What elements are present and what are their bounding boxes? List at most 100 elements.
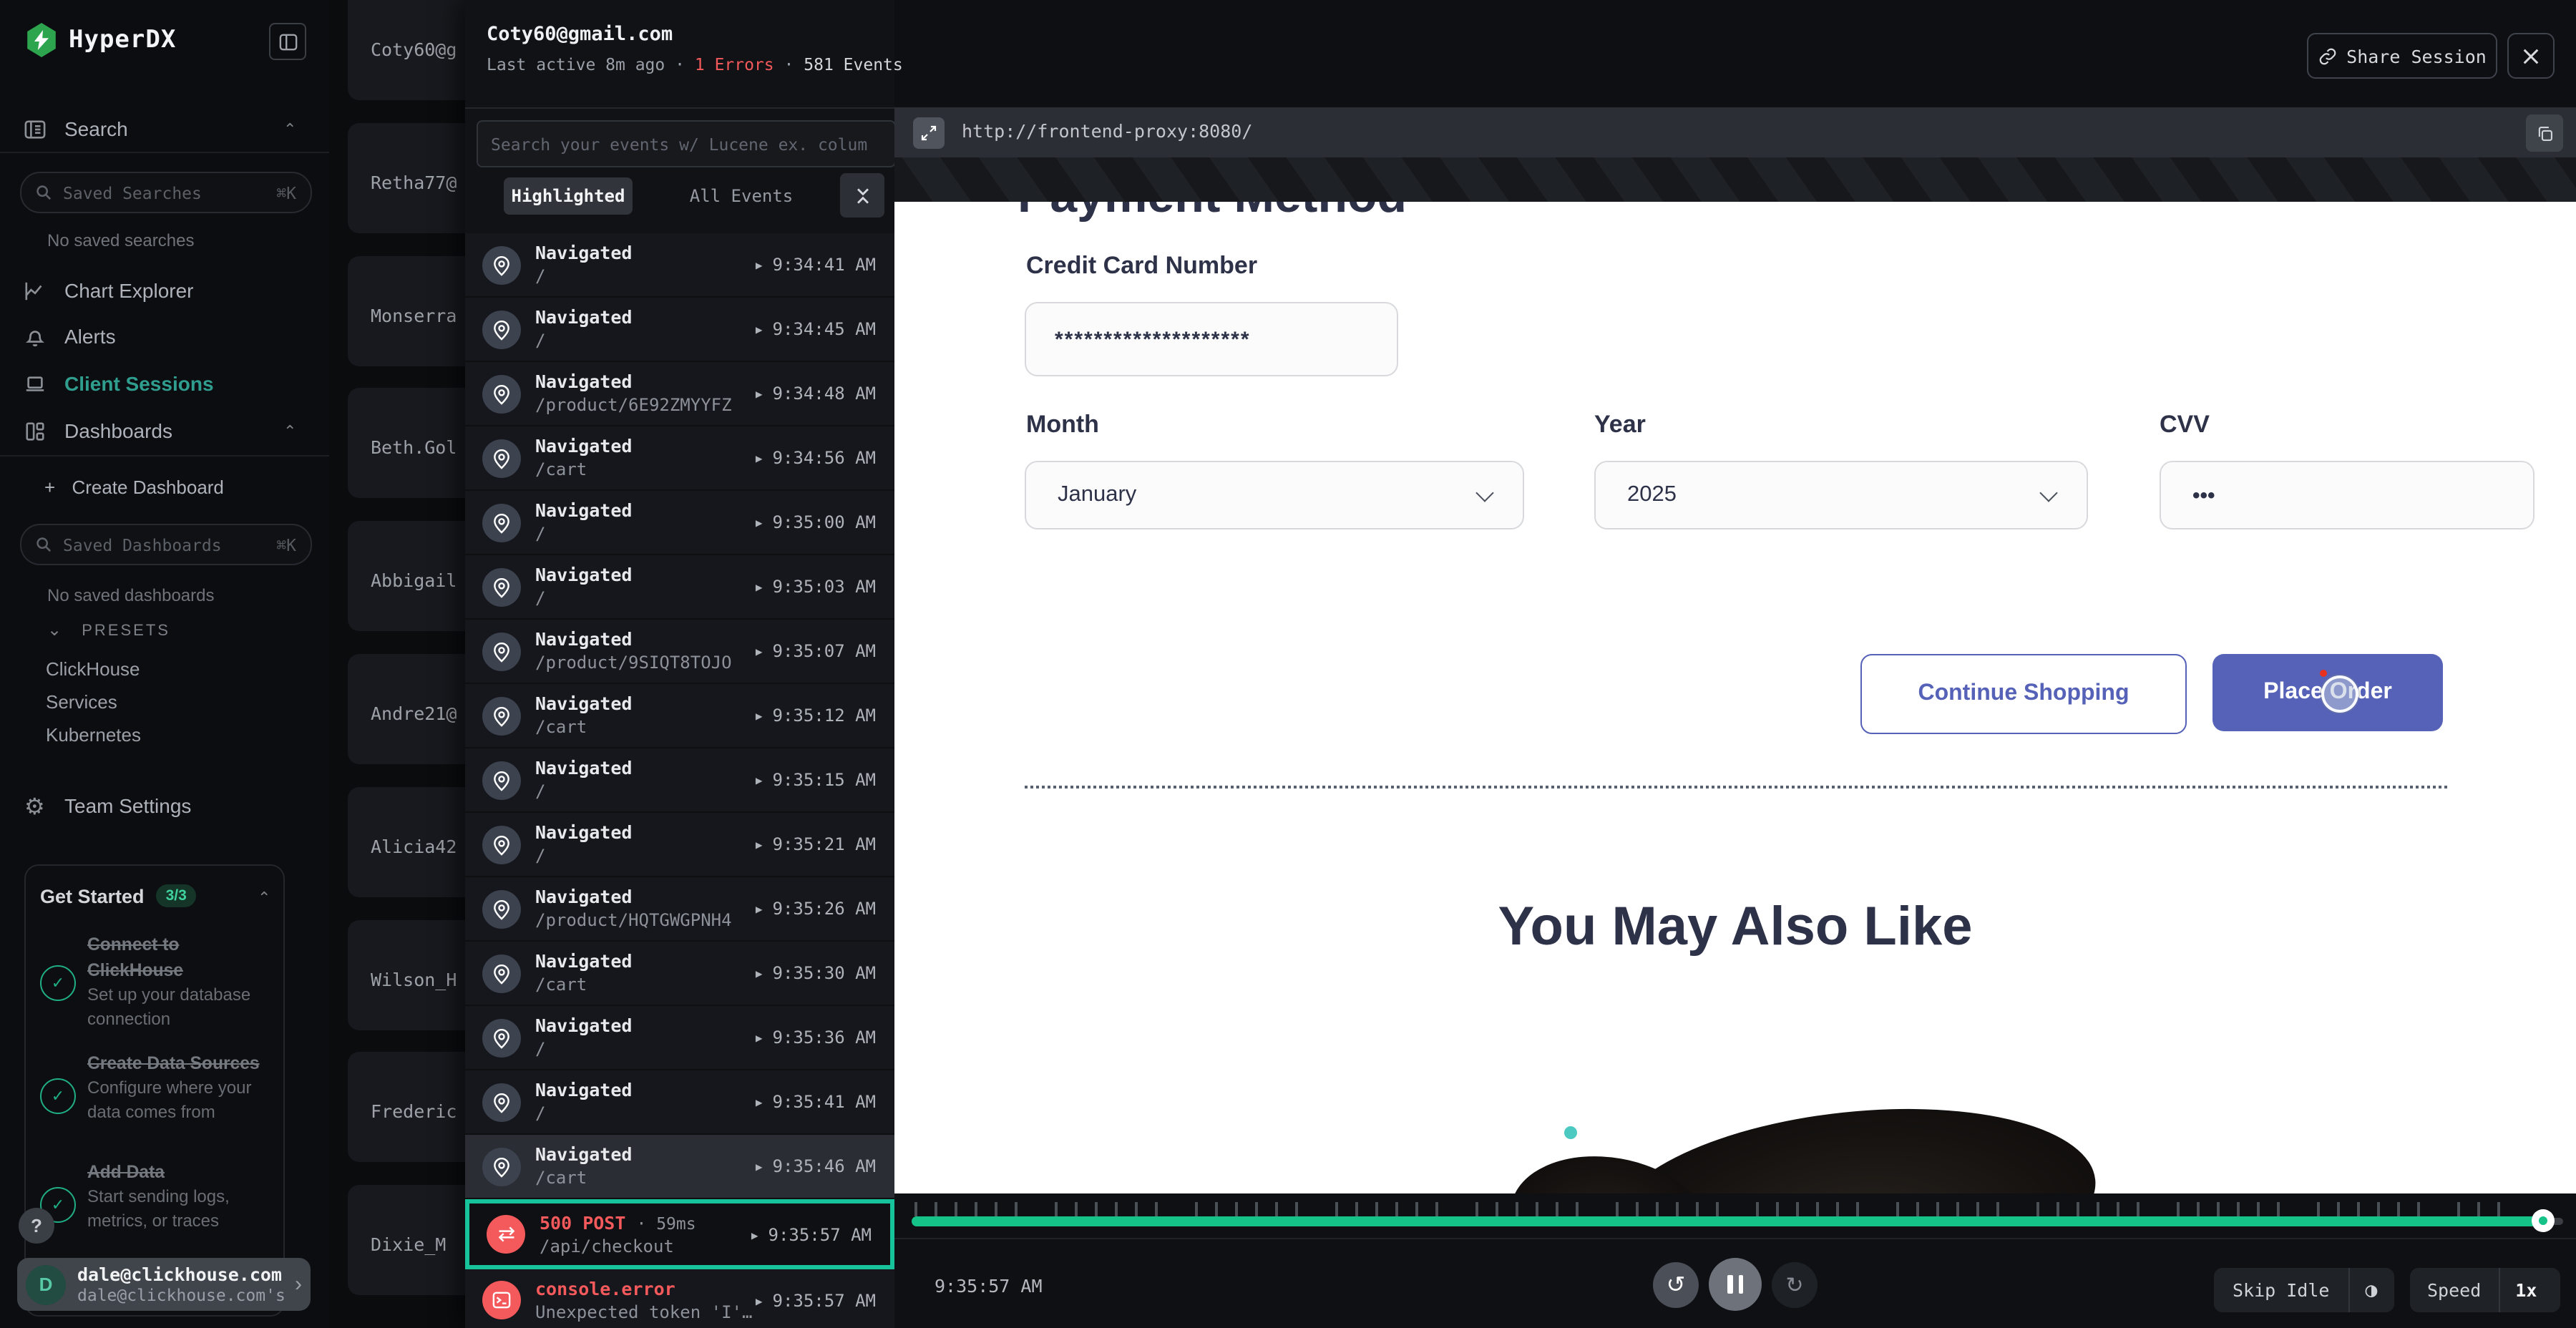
event-row[interactable]: Navigated / 9:34:45 AM bbox=[465, 298, 894, 362]
avatar: D bbox=[26, 1264, 66, 1304]
session-user-email: Retha77@ bbox=[371, 172, 465, 193]
sidebar-item-dashboards[interactable]: Dashboards ⌃ bbox=[0, 412, 329, 449]
sidebar-item-team-settings[interactable]: Team Settings bbox=[0, 787, 329, 824]
get-started-item[interactable]: Create Data Sources Configure where your… bbox=[26, 1042, 283, 1151]
event-title: Navigated bbox=[535, 371, 632, 392]
hyperdx-logo-icon bbox=[26, 23, 57, 57]
speed-value: 1x bbox=[2499, 1279, 2552, 1301]
month-value: January bbox=[1058, 482, 1136, 508]
sidebar-item-label: Client Sessions bbox=[64, 372, 214, 395]
chevron-down-icon bbox=[47, 622, 64, 640]
timeline-ticks bbox=[894, 1193, 2576, 1216]
pause-button[interactable] bbox=[1709, 1258, 1762, 1311]
session-card[interactable]: Wilson_H bbox=[348, 919, 465, 1030]
event-icon-badge bbox=[482, 375, 521, 414]
card-number-input[interactable]: ******************** bbox=[1025, 302, 1398, 376]
saved-dashboards-placeholder: Saved Dashboards bbox=[63, 534, 276, 555]
playhead[interactable] bbox=[2532, 1209, 2555, 1232]
copy-url-button[interactable] bbox=[2526, 114, 2563, 152]
event-row[interactable]: 500 POST · 59ms /api/checkout 9:35:57 AM bbox=[465, 1199, 894, 1269]
share-session-button[interactable]: Share Session bbox=[2307, 33, 2497, 79]
preset-dashboard-link[interactable]: Services bbox=[46, 685, 141, 718]
session-card[interactable]: Retha77@ bbox=[348, 123, 465, 233]
skip-idle-label: Skip Idle bbox=[2214, 1279, 2348, 1301]
chevron-up-icon: ⌃ bbox=[283, 421, 296, 440]
get-started-item-title: Create Data Sources bbox=[87, 1050, 272, 1076]
year-select[interactable]: 2025 bbox=[1594, 461, 2088, 529]
help-button[interactable]: ? bbox=[19, 1208, 54, 1244]
event-time: 9:35:00 AM bbox=[773, 512, 877, 532]
get-started-item[interactable]: Connect to ClickHouse Set up your databa… bbox=[26, 923, 283, 1042]
sidebar-item-alerts[interactable]: Alerts bbox=[0, 318, 329, 355]
close-player-button[interactable] bbox=[2507, 33, 2555, 79]
saved-dashboards-input[interactable]: Saved Dashboards ⌘K bbox=[20, 524, 312, 565]
sidebar-item-client-sessions[interactable]: Client Sessions bbox=[0, 365, 329, 402]
collapse-sidebar-button[interactable] bbox=[269, 23, 306, 60]
session-card[interactable]: Monserra bbox=[348, 255, 465, 366]
event-time: 9:35:12 AM bbox=[773, 706, 877, 726]
event-row[interactable]: Navigated /cart 9:35:30 AM bbox=[465, 942, 894, 1006]
session-card[interactable]: Coty60@g bbox=[348, 0, 465, 100]
restart-button[interactable] bbox=[1653, 1262, 1699, 1308]
event-row[interactable]: Navigated / 9:35:15 AM bbox=[465, 748, 894, 813]
app-title: HyperDX bbox=[69, 26, 176, 54]
session-card[interactable]: Frederic bbox=[348, 1053, 465, 1163]
event-row[interactable]: Navigated / 9:34:41 AM bbox=[465, 233, 894, 298]
sidebar-item-chart-explorer[interactable]: Chart Explorer bbox=[0, 272, 329, 309]
playback-timestamp: 9:35:57 AM bbox=[935, 1275, 1043, 1297]
get-started-item[interactable]: Add Data Start sending logs, metrics, or… bbox=[26, 1151, 283, 1259]
month-select[interactable]: January bbox=[1025, 461, 1524, 529]
presets-section-toggle[interactable]: PRESETS bbox=[47, 620, 170, 640]
play-icon bbox=[756, 770, 773, 790]
product-image bbox=[1601, 1087, 2104, 1193]
event-row[interactable]: Navigated / 9:35:21 AM bbox=[465, 813, 894, 877]
preset-dashboard-link[interactable]: ClickHouse bbox=[46, 653, 141, 685]
loop-button[interactable] bbox=[1772, 1262, 1818, 1308]
speed-control[interactable]: Speed 1x bbox=[2410, 1268, 2560, 1312]
http-request-icon bbox=[496, 1225, 516, 1244]
get-started-header[interactable]: Get Started 3/3 bbox=[40, 884, 197, 907]
create-dashboard-button[interactable]: + Create Dashboard bbox=[44, 477, 224, 498]
session-card[interactable]: Alicia42 bbox=[348, 787, 465, 897]
saved-searches-input[interactable]: Saved Searches ⌘K bbox=[20, 172, 312, 213]
card-number-label: Credit Card Number bbox=[1026, 252, 1257, 280]
event-row[interactable]: Navigated /product/6E92ZMYYFZ 9:34:48 AM bbox=[465, 362, 894, 426]
dotted-divider bbox=[1025, 786, 2447, 788]
event-row[interactable]: Navigated /product/HQTGWGPNH4 9:35:26 AM bbox=[465, 877, 894, 942]
session-card[interactable]: Andre21@ bbox=[348, 654, 465, 764]
expand-viewport-button[interactable] bbox=[913, 117, 945, 149]
event-search-input[interactable]: Search your events w/ Lucene ex. colum bbox=[477, 120, 896, 167]
event-row[interactable]: Navigated / 9:35:36 AM bbox=[465, 1006, 894, 1070]
tab-all-events[interactable]: All Events bbox=[654, 177, 829, 215]
event-subtitle: /cart bbox=[535, 459, 587, 479]
tab-highlighted[interactable]: Highlighted bbox=[504, 177, 633, 215]
skip-idle-control[interactable]: Skip Idle bbox=[2214, 1268, 2394, 1312]
cvv-input[interactable]: ••• bbox=[2160, 461, 2534, 529]
event-subtitle: Unexpected token 'I'… bbox=[535, 1302, 752, 1322]
session-card[interactable]: Dixie_M bbox=[348, 1185, 465, 1295]
play-icon bbox=[756, 899, 773, 919]
event-row[interactable]: Navigated /cart 9:35:12 AM bbox=[465, 684, 894, 748]
event-row[interactable]: Navigated /cart 9:35:46 AM bbox=[465, 1135, 894, 1199]
preset-dashboard-link[interactable]: Kubernetes bbox=[46, 718, 141, 751]
sidebar-item-search[interactable]: Search ⌃ bbox=[0, 110, 329, 147]
event-time: 9:35:57 AM bbox=[769, 1225, 872, 1245]
event-row[interactable]: Navigated / 9:35:03 AM bbox=[465, 555, 894, 620]
event-time: 9:35:41 AM bbox=[773, 1092, 877, 1112]
event-row[interactable]: Navigated /product/9SIQT8TOJO 9:35:07 AM bbox=[465, 620, 894, 684]
event-row[interactable]: Navigated / 9:35:41 AM bbox=[465, 1070, 894, 1135]
event-subtitle: /cart bbox=[535, 717, 587, 737]
timeline[interactable] bbox=[894, 1193, 2576, 1238]
event-row[interactable]: console.error Unexpected token 'I'… 9:35… bbox=[465, 1269, 894, 1328]
user-account-chip[interactable]: D dale@clickhouse.com dale@clickhouse.co… bbox=[17, 1258, 311, 1311]
continue-shopping-button[interactable]: Continue Shopping bbox=[1860, 654, 2187, 734]
session-card[interactable]: Beth.Gol bbox=[348, 389, 465, 499]
session-card[interactable]: Abbigail bbox=[348, 521, 465, 631]
event-time: 9:35:21 AM bbox=[773, 834, 877, 854]
event-row[interactable]: Navigated / 9:35:00 AM bbox=[465, 491, 894, 555]
event-row[interactable]: Navigated /cart 9:34:56 AM bbox=[465, 426, 894, 491]
hyperdx-app: Coty60@g Retha77@ Monserra Beth.Gol Abbi… bbox=[0, 0, 2576, 1328]
event-title: Navigated bbox=[535, 435, 632, 456]
divider bbox=[0, 455, 329, 456]
collapse-events-button[interactable] bbox=[840, 173, 884, 218]
